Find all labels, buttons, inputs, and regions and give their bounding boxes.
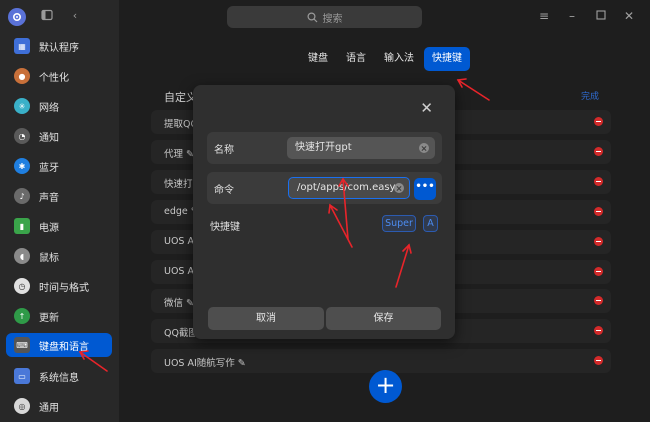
sidebar-item-time-format[interactable]: ◷ 时间与格式: [6, 274, 112, 298]
edit-shortcut-dialog: ✕ 名称 快速打开gpt 命令 /opt/apps/com.easy; ••• …: [193, 85, 455, 339]
sidebar-item-system-info[interactable]: ▭ 系统信息: [6, 364, 112, 388]
sidebar-item-bluetooth[interactable]: ✱ 蓝牙: [6, 154, 112, 178]
sidebar-item-label: 系统信息: [39, 372, 79, 384]
browse-command-button[interactable]: •••: [414, 178, 436, 200]
delete-icon[interactable]: [594, 356, 603, 365]
system-info-icon: ▭: [14, 368, 30, 384]
sidebar: ‹ ▦ 默认程序 ● 个性化 ✳ 网络 ◔ 通知 ✱ 蓝牙 ♪ 声音 ▮ 电源 …: [0, 0, 119, 422]
sidebar-item-label: 默认程序: [39, 42, 79, 54]
tab-language[interactable]: 语言: [338, 47, 374, 71]
list-item-label: UOS AI随航写作 ✎: [164, 358, 246, 369]
delete-icon[interactable]: [594, 117, 603, 126]
list-item-label: UOS AI: [164, 266, 197, 277]
edit-done-button[interactable]: 完成: [581, 89, 599, 102]
list-item-label: 代理 ✎: [164, 149, 194, 160]
shortcut-key-super[interactable]: Super: [382, 215, 416, 232]
delete-icon[interactable]: [594, 237, 603, 246]
shortcut-label: 快捷键: [210, 222, 240, 233]
sidebar-item-default-apps[interactable]: ▦ 默认程序: [6, 34, 112, 58]
sidebar-item-update[interactable]: ↑ 更新: [6, 304, 112, 328]
name-field[interactable]: 快速打开gpt: [287, 137, 435, 159]
back-icon[interactable]: ‹: [68, 9, 82, 23]
sidebar-item-general[interactable]: ◎ 通用: [6, 394, 112, 418]
sidebar-item-label: 个性化: [39, 72, 69, 84]
delete-icon[interactable]: [594, 207, 603, 216]
sidebar-item-mouse[interactable]: ◖ 鼠标: [6, 244, 112, 268]
search-input[interactable]: 搜索: [227, 6, 422, 28]
delete-icon[interactable]: [594, 177, 603, 186]
sidebar-item-label: 网络: [39, 102, 59, 114]
sidebar-item-keyboard-language[interactable]: ⌨ 键盘和语言: [6, 333, 112, 357]
sidebar-item-label: 通用: [39, 402, 59, 414]
save-button[interactable]: 保存: [326, 307, 441, 330]
command-value: /opt/apps/com.easy;: [297, 182, 399, 193]
sidebar-item-power[interactable]: ▮ 电源: [6, 214, 112, 238]
sidebar-item-sound[interactable]: ♪ 声音: [6, 184, 112, 208]
maximize-icon[interactable]: [594, 9, 608, 23]
list-item-label: UOS AI: [164, 236, 197, 247]
update-icon: ↑: [14, 308, 30, 324]
sidebar-item-label: 更新: [39, 312, 59, 324]
sidebar-item-label: 声音: [39, 192, 59, 204]
command-row: 命令 /opt/apps/com.easy;: [207, 172, 442, 204]
sidebar-item-label: 通知: [39, 132, 59, 144]
notification-icon: ◔: [14, 128, 30, 144]
search-icon: [306, 11, 317, 22]
search-placeholder: 搜索: [322, 13, 343, 25]
cancel-button[interactable]: 取消: [208, 307, 324, 330]
sidebar-item-notification[interactable]: ◔ 通知: [6, 124, 112, 148]
minimize-icon[interactable]: –: [565, 9, 579, 23]
delete-icon[interactable]: [594, 296, 603, 305]
default-apps-icon: ▦: [14, 38, 30, 54]
bluetooth-icon: ✱: [14, 158, 30, 174]
clear-icon[interactable]: [419, 143, 429, 153]
title-bar: 搜索 ≡ – ✕: [119, 0, 650, 34]
power-icon: ▮: [14, 218, 30, 234]
command-label: 命令: [214, 185, 234, 196]
sidebar-item-label: 蓝牙: [39, 162, 59, 174]
sound-icon: ♪: [14, 188, 30, 204]
shortcut-key-a[interactable]: A: [423, 215, 438, 232]
sidebar-item-label: 电源: [39, 222, 59, 234]
mouse-icon: ◖: [14, 248, 30, 264]
sidebar-item-label: 键盘和语言: [39, 341, 89, 353]
delete-icon[interactable]: [594, 147, 603, 156]
tab-bar: 键盘 语言 输入法 快捷键: [300, 47, 472, 71]
menu-icon[interactable]: ≡: [537, 9, 551, 23]
general-icon: ◎: [14, 398, 30, 414]
tab-shortcuts[interactable]: 快捷键: [424, 47, 470, 71]
list-item-label: 微信 ✎: [164, 298, 194, 309]
clear-icon[interactable]: [394, 183, 404, 193]
command-field[interactable]: /opt/apps/com.easy;: [288, 177, 410, 199]
tab-input-method[interactable]: 输入法: [376, 47, 422, 71]
name-row: 名称 快速打开gpt: [207, 132, 442, 164]
control-center-logo-icon: [8, 8, 26, 26]
close-window-icon[interactable]: ✕: [622, 9, 636, 23]
close-icon[interactable]: ✕: [420, 99, 433, 117]
sidebar-item-network[interactable]: ✳ 网络: [6, 94, 112, 118]
tab-keyboard[interactable]: 键盘: [300, 47, 336, 71]
add-shortcut-button[interactable]: +: [369, 370, 402, 403]
keyboard-icon: ⌨: [14, 337, 30, 353]
sidebar-header: ‹: [0, 0, 119, 34]
sidebar-item-label: 鼠标: [39, 252, 59, 264]
sidebar-toggle-icon[interactable]: [40, 9, 54, 23]
sidebar-item-personalization[interactable]: ● 个性化: [6, 64, 112, 88]
sidebar-item-label: 时间与格式: [39, 282, 89, 294]
name-value: 快速打开gpt: [295, 142, 352, 153]
clock-icon: ◷: [14, 278, 30, 294]
network-icon: ✳: [14, 98, 30, 114]
personalization-icon: ●: [14, 68, 30, 84]
delete-icon[interactable]: [594, 267, 603, 276]
name-label: 名称: [214, 145, 234, 156]
delete-icon[interactable]: [594, 326, 603, 335]
